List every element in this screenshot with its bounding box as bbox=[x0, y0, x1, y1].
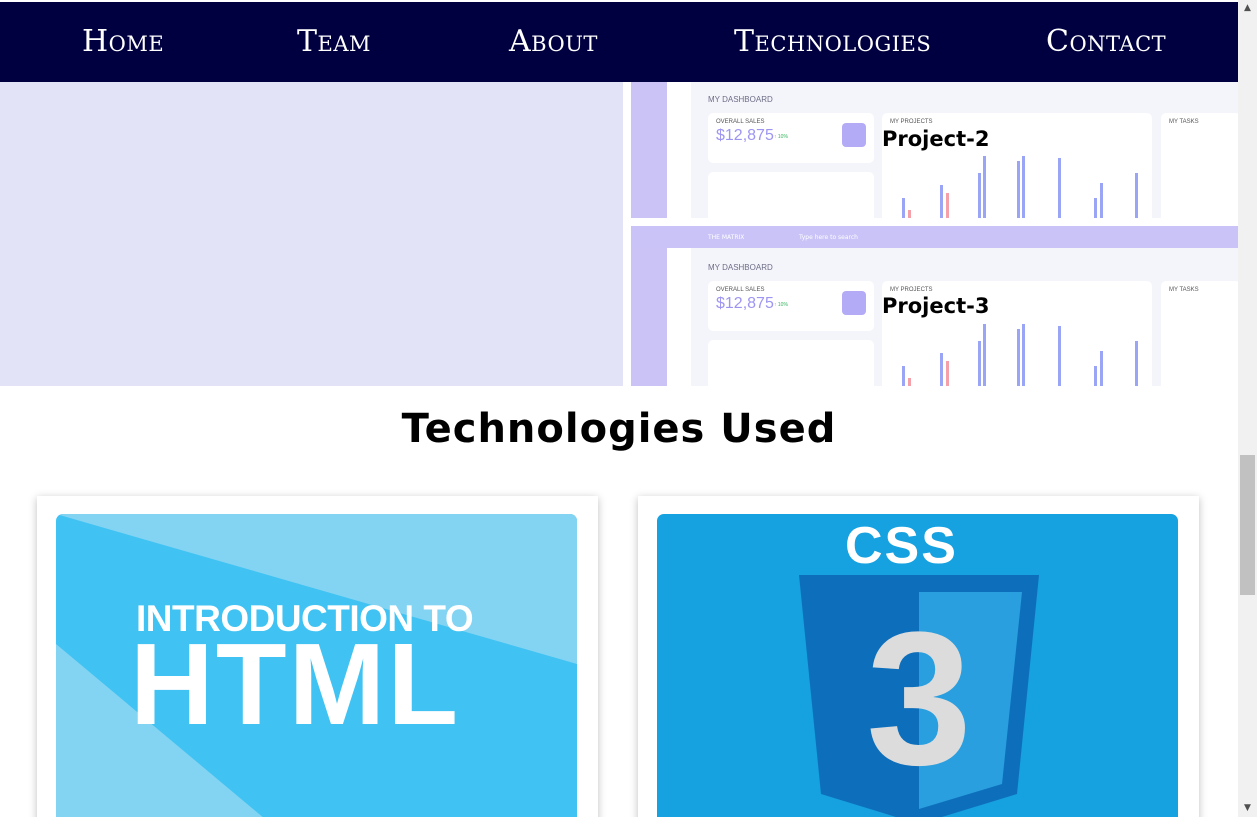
sales-change: ↑ 10% bbox=[774, 302, 788, 308]
nav-link-contact[interactable]: Contact bbox=[1046, 24, 1166, 59]
tasks-box: MY TASKS bbox=[1161, 281, 1238, 386]
dashboard-search[interactable]: Type here to search bbox=[799, 234, 858, 241]
sales-value: $12,875 bbox=[716, 127, 774, 144]
sales-value: $12,875 bbox=[716, 295, 774, 312]
css-image: CSS 3 bbox=[657, 514, 1178, 817]
dashboard-app-name: THE MATRIX bbox=[708, 234, 745, 241]
sales-label: OVERALL SALES bbox=[716, 287, 765, 293]
html-image-title: HTML bbox=[130, 619, 461, 749]
tasks-label: MY TASKS bbox=[1169, 119, 1199, 125]
nav-link-team[interactable]: Team bbox=[297, 24, 371, 59]
project-card-2[interactable]: MY DASHBOARD OVERALL SALES $12,875 ↑ 10%… bbox=[631, 82, 1238, 218]
dashboard-sidebar bbox=[631, 82, 691, 218]
sales-breakdown-box bbox=[708, 172, 874, 218]
scroll-up-arrow-icon[interactable]: ▲ bbox=[1238, 0, 1257, 17]
project-panel-left bbox=[0, 82, 623, 386]
scrollbar-thumb[interactable] bbox=[1240, 455, 1255, 595]
sales-box: OVERALL SALES $12,875 ↑ 10% bbox=[708, 113, 874, 163]
nav-link-about[interactable]: About bbox=[509, 24, 598, 59]
tasks-box: MY TASKS bbox=[1161, 113, 1238, 218]
technology-card-html[interactable]: INTRODUCTION TO HTML bbox=[37, 496, 598, 817]
sales-change: ↑ 10% bbox=[774, 134, 788, 140]
html-image: INTRODUCTION TO HTML bbox=[56, 514, 577, 817]
technology-card-css[interactable]: CSS 3 bbox=[638, 496, 1199, 817]
css3-shield-icon: 3 bbox=[799, 575, 1039, 817]
dashboard-topbar: THE MATRIX Type here to search bbox=[631, 226, 1238, 248]
vertical-scrollbar[interactable]: ▲ ▼ bbox=[1238, 0, 1257, 817]
nav-link-home[interactable]: Home bbox=[82, 24, 164, 59]
dashboard-sidebar bbox=[631, 226, 691, 386]
nav-link-technologies[interactable]: Technologies bbox=[734, 24, 931, 59]
sales-chart-icon bbox=[842, 291, 866, 315]
scroll-down-arrow-icon[interactable]: ▼ bbox=[1238, 800, 1257, 817]
sales-breakdown-box bbox=[708, 340, 874, 386]
sales-label: OVERALL SALES bbox=[716, 119, 765, 125]
tasks-label: MY TASKS bbox=[1169, 287, 1199, 293]
dashboard-title: MY DASHBOARD bbox=[708, 263, 773, 272]
top-navigation: Home Team About Technologies Contact bbox=[0, 2, 1238, 82]
sales-box: OVERALL SALES $12,875 ↑ 10% bbox=[708, 281, 874, 331]
project-card-3[interactable]: THE MATRIX Type here to search MY DASHBO… bbox=[631, 226, 1238, 386]
project-title: Project-2 bbox=[882, 127, 990, 151]
sales-chart-icon bbox=[842, 123, 866, 147]
technologies-heading: Technologies Used bbox=[401, 406, 837, 452]
dashboard-title: MY DASHBOARD bbox=[708, 95, 773, 104]
css3-digit: 3 bbox=[866, 593, 972, 805]
project-title: Project-3 bbox=[882, 294, 990, 318]
